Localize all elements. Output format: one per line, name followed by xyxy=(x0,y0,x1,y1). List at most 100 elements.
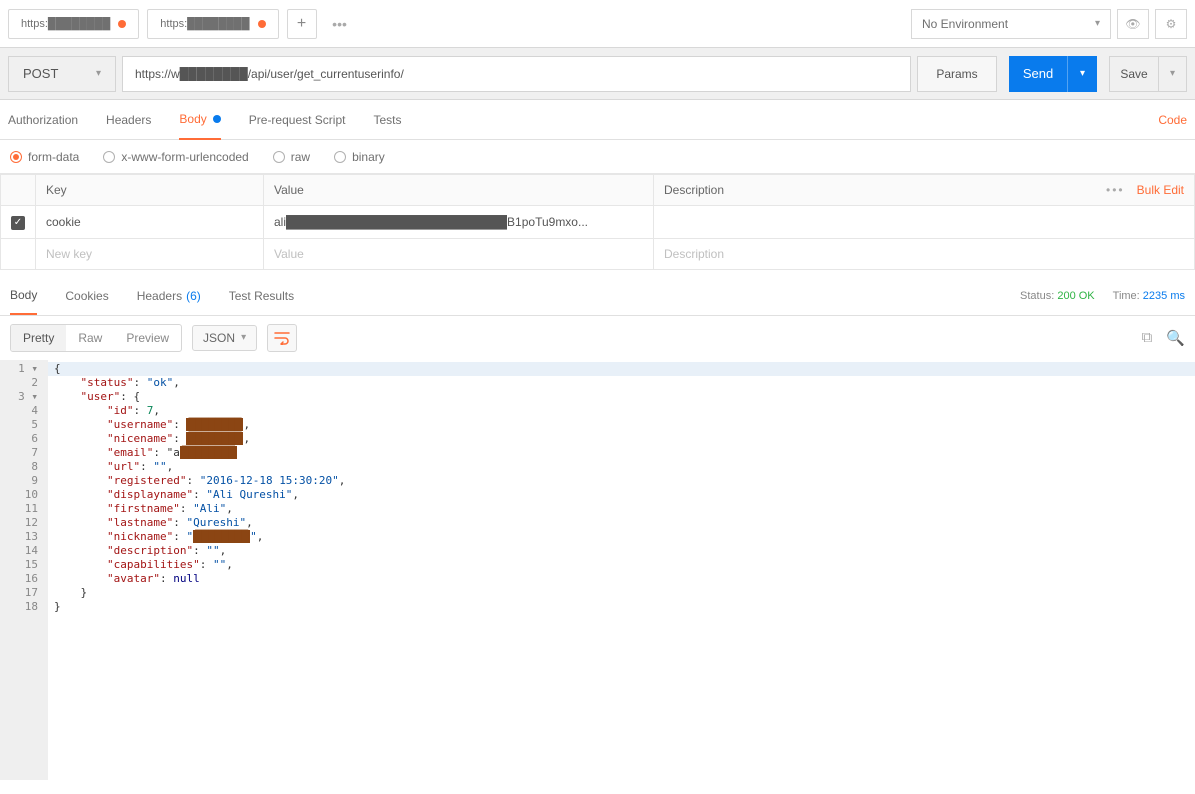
code-link[interactable]: Code xyxy=(1158,113,1187,127)
environment-select[interactable]: No Environment ▾ xyxy=(911,9,1111,39)
radio-binary[interactable]: binary xyxy=(334,150,385,164)
form-data-table: Key Value Description ••• Bulk Edit ✓ co… xyxy=(0,174,1195,270)
tab-tests[interactable]: Tests xyxy=(373,100,401,140)
resp-tab-test-results[interactable]: Test Results xyxy=(229,277,294,315)
chevron-down-icon: ▾ xyxy=(1170,68,1175,79)
send-label: Send xyxy=(1023,66,1053,81)
resp-tab-body-label: Body xyxy=(10,288,37,302)
send-button[interactable]: Send xyxy=(1009,56,1067,92)
tab-headers-label: Headers xyxy=(106,113,151,127)
bulk-edit-link[interactable]: Bulk Edit xyxy=(1137,183,1184,197)
table-row-new: New key Value Description xyxy=(1,238,1195,269)
row-value-placeholder[interactable]: Value xyxy=(264,238,654,269)
row-check[interactable]: ✓ xyxy=(1,206,36,239)
resp-tab-cookies[interactable]: Cookies xyxy=(65,277,108,315)
resp-tab-headers[interactable]: Headers (6) xyxy=(137,277,201,315)
tab-body[interactable]: Body xyxy=(179,100,220,140)
view-pretty[interactable]: Pretty xyxy=(11,325,66,351)
row-description-input[interactable] xyxy=(654,206,1195,239)
method-label: POST xyxy=(23,66,58,81)
save-options-button[interactable]: ▾ xyxy=(1159,56,1187,92)
add-tab-button[interactable]: + xyxy=(287,9,317,39)
request-row: POST ▾ Params Send ▾ Save ▾ xyxy=(0,48,1195,100)
resp-tab-body[interactable]: Body xyxy=(10,277,37,315)
resp-tab-cookies-label: Cookies xyxy=(65,289,108,303)
table-header-row: Key Value Description ••• Bulk Edit xyxy=(1,175,1195,206)
radio-raw[interactable]: raw xyxy=(273,150,310,164)
radio-form-data[interactable]: form-data xyxy=(10,150,79,164)
tab-prerequest[interactable]: Pre-request Script xyxy=(249,100,346,140)
status-label: Status: xyxy=(1020,290,1054,302)
more-icon[interactable]: ••• xyxy=(1106,183,1125,197)
unsaved-dot-icon xyxy=(258,20,266,28)
time-value: 2235 ms xyxy=(1143,290,1185,302)
header-key: Key xyxy=(36,175,264,206)
wrap-toggle-button[interactable] xyxy=(267,324,297,352)
row-key-input[interactable]: cookie xyxy=(36,206,264,239)
environment-preview-button[interactable]: 👁 xyxy=(1117,9,1149,39)
body-has-content-icon xyxy=(213,115,221,123)
row-check-placeholder xyxy=(1,238,36,269)
request-section-tabs: Authorization Headers Body Pre-request S… xyxy=(0,100,1195,140)
radio-binary-label: binary xyxy=(352,150,385,164)
send-button-group: Send ▾ xyxy=(1009,56,1097,92)
header-description: Description ••• Bulk Edit xyxy=(654,175,1195,206)
request-tab-2[interactable]: https:████████ xyxy=(147,9,278,39)
radio-icon xyxy=(273,151,285,163)
response-section-tabs: Body Cookies Headers (6) Test Results St… xyxy=(0,278,1195,316)
status-block: Status: 200 OK xyxy=(1020,290,1095,302)
request-tab-1-label: https:████████ xyxy=(21,18,110,30)
search-icon: 🔍 xyxy=(1166,330,1185,347)
environment-controls: No Environment ▾ 👁 ⚙ xyxy=(911,9,1187,39)
format-select[interactable]: JSON ▾ xyxy=(192,325,257,351)
tab-prerequest-label: Pre-request Script xyxy=(249,113,346,127)
format-label: JSON xyxy=(203,331,235,345)
eye-icon: 👁 xyxy=(1125,17,1140,31)
headers-count-badge: (6) xyxy=(186,289,201,303)
tab-strip: https:████████ https:████████ + ••• xyxy=(8,9,911,39)
gear-icon: ⚙ xyxy=(1166,17,1177,31)
time-block: Time: 2235 ms xyxy=(1113,290,1185,302)
method-select[interactable]: POST ▾ xyxy=(8,56,116,92)
top-bar: https:████████ https:████████ + ••• No E… xyxy=(0,0,1195,48)
params-label: Params xyxy=(936,67,977,81)
radio-icon xyxy=(334,151,346,163)
save-button-group: Save ▾ xyxy=(1109,56,1187,92)
header-description-label: Description xyxy=(664,183,724,197)
radio-form-data-label: form-data xyxy=(28,150,79,164)
unsaved-dot-icon xyxy=(118,20,126,28)
response-view-controls: Pretty Raw Preview JSON ▾ ⧉ 🔍 xyxy=(0,316,1195,360)
environment-settings-button[interactable]: ⚙ xyxy=(1155,9,1187,39)
row-description-placeholder[interactable]: Description xyxy=(654,238,1195,269)
radio-urlencoded[interactable]: x-www-form-urlencoded xyxy=(103,150,248,164)
view-raw[interactable]: Raw xyxy=(66,325,114,351)
send-options-button[interactable]: ▾ xyxy=(1067,56,1097,92)
copy-icon: ⧉ xyxy=(1142,329,1153,346)
search-button[interactable]: 🔍 xyxy=(1166,329,1185,347)
environment-label: No Environment xyxy=(922,17,1008,31)
view-mode-segment: Pretty Raw Preview xyxy=(10,324,182,352)
checkbox-checked-icon: ✓ xyxy=(11,216,25,230)
save-button[interactable]: Save xyxy=(1109,56,1159,92)
time-label: Time: xyxy=(1113,290,1140,302)
body-type-radios: form-data x-www-form-urlencoded raw bina… xyxy=(0,140,1195,174)
code-lines[interactable]: { "status": "ok", "user": { "id": 7, "us… xyxy=(48,360,1195,780)
copy-button[interactable]: ⧉ xyxy=(1142,329,1153,347)
status-value: 200 OK xyxy=(1057,290,1094,302)
tab-authorization[interactable]: Authorization xyxy=(8,100,78,140)
response-body: 1 ▾23 ▾456789101112131415161718 { "statu… xyxy=(0,360,1195,780)
tab-overflow-button[interactable]: ••• xyxy=(325,9,355,39)
row-key-placeholder[interactable]: New key xyxy=(36,238,264,269)
url-input[interactable] xyxy=(122,56,911,92)
params-button[interactable]: Params xyxy=(917,56,997,92)
save-label: Save xyxy=(1120,67,1147,81)
response-actions: ⧉ 🔍 xyxy=(1142,329,1185,347)
view-preview[interactable]: Preview xyxy=(114,325,181,351)
chevron-down-icon: ▾ xyxy=(1080,68,1085,79)
header-value: Value xyxy=(264,175,654,206)
request-tab-1[interactable]: https:████████ xyxy=(8,9,139,39)
wrap-icon xyxy=(274,331,290,345)
tab-headers[interactable]: Headers xyxy=(106,100,151,140)
resp-tab-test-results-label: Test Results xyxy=(229,289,294,303)
row-value-input[interactable]: ali██████████████████████████B1poTu9mxo.… xyxy=(264,206,654,239)
